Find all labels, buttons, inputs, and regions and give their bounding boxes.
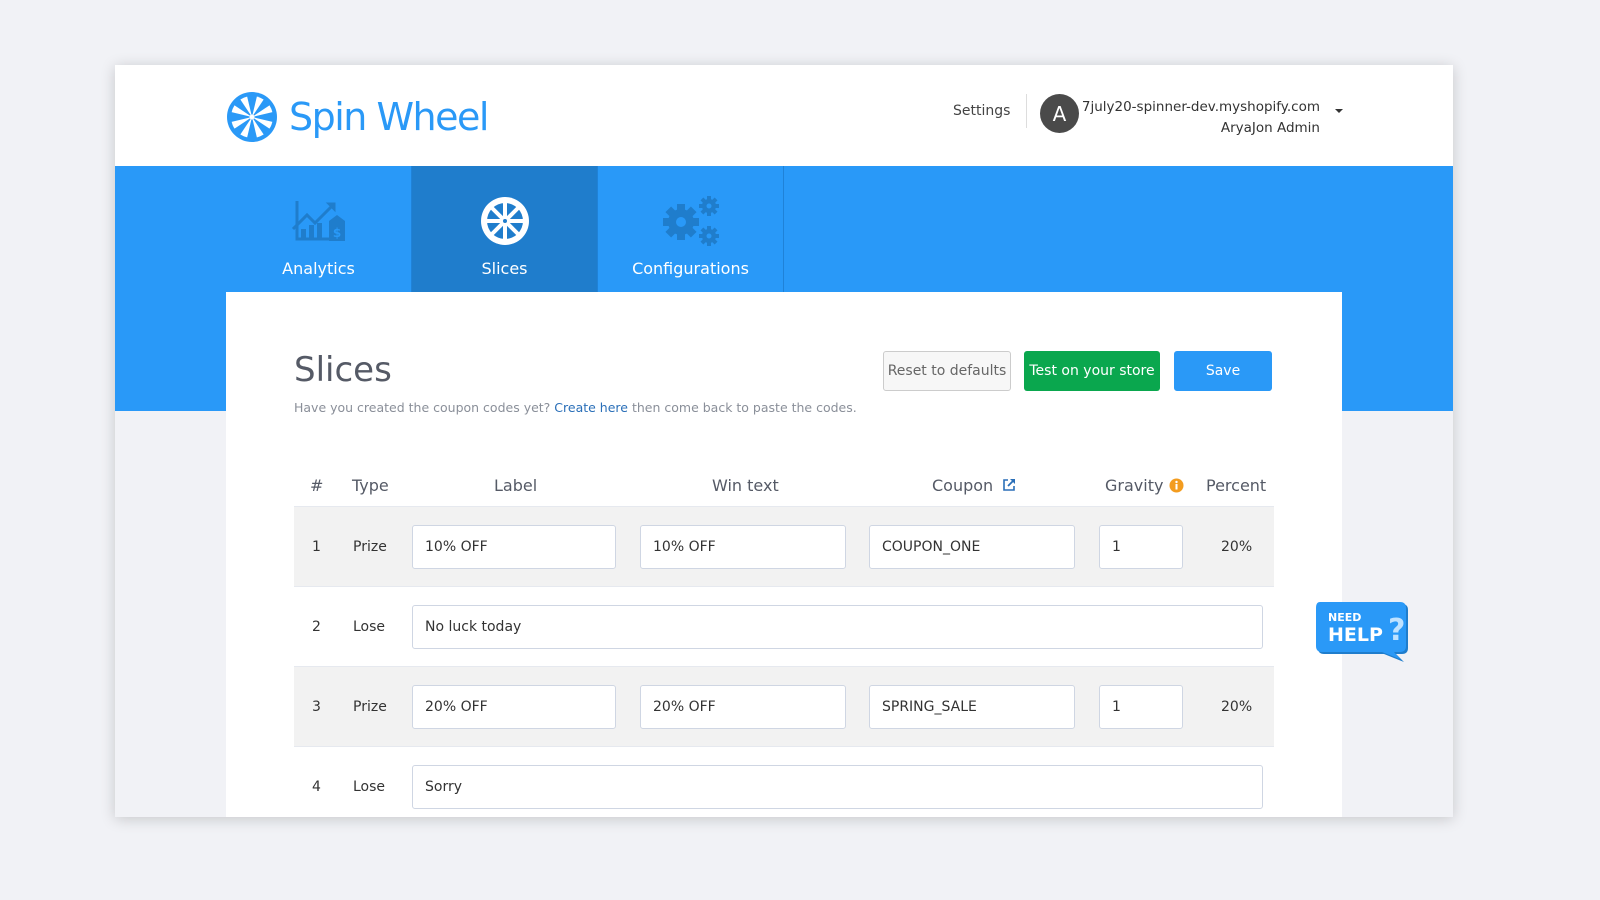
row-num: 2 [312, 619, 321, 635]
divider [1026, 94, 1027, 128]
store-domain: 7july20-spinner-dev.myshopify.com [1081, 99, 1320, 115]
hint-text: Have you created the coupon codes yet? [294, 400, 555, 415]
col-num: # [310, 476, 324, 495]
need-help-widget[interactable]: NEED HELP ? [1316, 602, 1412, 662]
user-name: AryaJon Admin [1220, 120, 1320, 136]
create-coupon-link[interactable]: Create here [554, 400, 628, 415]
row-num: 1 [312, 539, 321, 555]
tab-configurations[interactable]: Configurations [598, 166, 784, 292]
col-coupon: Coupon [932, 476, 1017, 495]
col-label: Label [494, 476, 538, 495]
row-percent: 20% [1221, 539, 1253, 555]
coupon-input[interactable] [869, 685, 1075, 729]
external-link-icon[interactable] [1001, 477, 1017, 493]
row-num: 3 [312, 699, 321, 715]
win-text-input[interactable] [640, 685, 846, 729]
table-header: # Type Label Win text Coupon Gravity Per… [294, 469, 1274, 507]
col-type: Type [352, 476, 389, 495]
main-nav: $ Analytics Slices Configurations [226, 166, 784, 292]
label-input[interactable] [412, 685, 616, 729]
svg-text:$: $ [332, 226, 340, 240]
slices-table: # Type Label Win text Coupon Gravity Per… [294, 469, 1274, 817]
coupon-hint: Have you created the coupon codes yet? C… [294, 400, 857, 415]
row-type: Prize [353, 539, 387, 555]
win-text-input[interactable] [640, 525, 846, 569]
wheel-icon [473, 193, 537, 249]
reset-defaults-button[interactable]: Reset to defaults [883, 351, 1011, 391]
tab-label: Analytics [282, 259, 355, 278]
test-store-button[interactable]: Test on your store [1024, 351, 1160, 391]
table-row: 3 Prize 20% [294, 667, 1274, 747]
page-title: Slices [294, 350, 392, 390]
col-percent: Percent [1206, 476, 1267, 495]
app-window: Spin Wheel Settings A 7july20-spinner-de… [115, 65, 1453, 817]
row-type: Lose [353, 779, 386, 795]
label-input[interactable] [412, 605, 1263, 649]
row-type: Lose [353, 619, 386, 635]
col-gravity-label: Gravity [1105, 476, 1164, 495]
hint-text-end: then come back to paste the codes. [627, 400, 857, 415]
account-menu[interactable]: 7july20-spinner-dev.myshopify.com AryaJo… [1082, 97, 1320, 139]
help-bubble-icon: NEED HELP ? [1316, 602, 1408, 662]
save-button[interactable]: Save [1174, 351, 1272, 391]
row-num: 4 [312, 779, 321, 795]
table-row: 2 Lose [294, 587, 1274, 667]
top-bar: Spin Wheel Settings A 7july20-spinner-de… [115, 65, 1453, 166]
tab-analytics[interactable]: $ Analytics [226, 166, 412, 292]
info-icon[interactable] [1169, 478, 1184, 493]
col-coupon-label: Coupon [932, 476, 994, 495]
label-input[interactable] [412, 765, 1263, 809]
tab-label: Slices [481, 259, 528, 278]
gravity-input[interactable] [1099, 525, 1183, 569]
gears-icon [659, 193, 723, 249]
logo[interactable]: Spin Wheel [225, 90, 489, 144]
app-name: Spin Wheel [289, 95, 489, 139]
coupon-input[interactable] [869, 525, 1075, 569]
table-row: 4 Lose [294, 747, 1274, 817]
help-line2: HELP [1328, 624, 1383, 646]
slices-card: Slices Have you created the coupon codes… [226, 292, 1342, 817]
wheel-logo-icon [227, 92, 277, 142]
row-percent: 20% [1221, 699, 1253, 715]
caret-down-icon[interactable] [1335, 109, 1343, 113]
settings-link[interactable]: Settings [953, 103, 1010, 119]
analytics-icon: $ [287, 193, 351, 249]
table-row: 1 Prize 20% [294, 507, 1274, 587]
label-input[interactable] [412, 525, 616, 569]
col-win-text: Win text [712, 476, 779, 495]
tab-label: Configurations [632, 259, 749, 278]
col-gravity: Gravity [1105, 476, 1184, 495]
question-mark-icon: ? [1388, 613, 1405, 648]
gravity-input[interactable] [1099, 685, 1183, 729]
help-line1: NEED [1328, 611, 1361, 624]
avatar[interactable]: A [1040, 94, 1079, 133]
row-type: Prize [353, 699, 387, 715]
tab-slices[interactable]: Slices [412, 166, 598, 292]
